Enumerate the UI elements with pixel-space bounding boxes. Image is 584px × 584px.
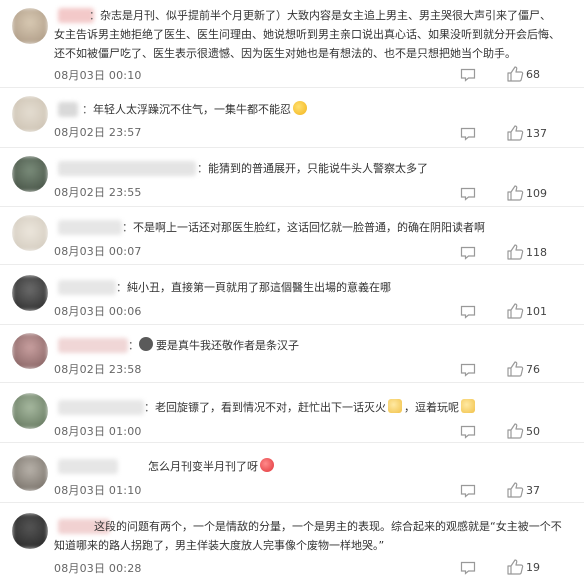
avatar[interactable] — [12, 455, 48, 491]
like-count: 101 — [526, 305, 547, 318]
comment-date: 08月03日 01:10 — [54, 484, 142, 497]
thumbs-up-icon[interactable] — [506, 125, 524, 141]
comment-text: ：不是啊上一话还对那医生脸红，这话回忆就一脸普通，的确在阴阳读者啊 — [122, 221, 485, 234]
comment-text: 怎么月刊变半月刊了呀 — [54, 457, 572, 476]
comment-date: 08月03日 00:06 — [54, 305, 142, 318]
comment-item: ：杂志是月刊、似乎提前半个月更新了）大致内容是女主追上男主、男主哭很大声引来了僵… — [0, 0, 584, 88]
comment-actions: 68 — [460, 66, 572, 84]
comment-icon[interactable] — [460, 187, 476, 201]
comment-actions: 109 — [460, 185, 572, 203]
comment-actions: 101 — [460, 303, 572, 321]
comment-item: ：能猜到的普通展开，只能说牛头人警察太多了 08月02日 23:55 109 — [0, 148, 584, 207]
like-count: 109 — [526, 187, 547, 200]
comment-actions: 37 — [460, 482, 572, 500]
thumbs-up-icon[interactable] — [506, 66, 524, 82]
thumbs-up-icon[interactable] — [506, 423, 524, 439]
comment-item: 这段的问题有两个，一个是情敌的分量，一个是男主的表现。综合起来的观感就是“女主被… — [0, 503, 584, 584]
thumbs-up-icon[interactable] — [506, 559, 524, 575]
thumbs-up-icon[interactable] — [506, 244, 524, 260]
comment-text: ：純小丑，直接第一頁就用了那這個醫生出場的意義在哪 — [116, 281, 391, 294]
comment-list: ：杂志是月刊、似乎提前半个月更新了）大致内容是女主追上男主、男主哭很大声引来了僵… — [0, 0, 584, 584]
comment-date: 08月02日 23:58 — [54, 363, 142, 376]
comment-date: 08月02日 23:55 — [54, 186, 142, 199]
thumbs-up-icon[interactable] — [506, 482, 524, 498]
comment-icon[interactable] — [460, 561, 476, 575]
like-count: 118 — [526, 246, 547, 259]
avatar[interactable] — [12, 215, 48, 251]
smile-emoji — [260, 458, 274, 472]
comment-actions: 118 — [460, 244, 572, 262]
comment-icon[interactable] — [460, 246, 476, 260]
cat-emoji — [461, 399, 475, 413]
comment-text: ：要是真牛我还敬作者是条汉子 — [128, 337, 299, 352]
thumbs-up-icon[interactable] — [506, 303, 524, 319]
avatar[interactable] — [12, 8, 48, 44]
avatar[interactable] — [12, 96, 48, 132]
comment-item: ：要是真牛我还敬作者是条汉子 08月02日 23:58 76 — [0, 325, 584, 383]
sad-face-emoji — [293, 101, 307, 115]
comment-item: ：不是啊上一话还对那医生脸红，这话回忆就一脸普通，的确在阴阳读者啊 08月03日… — [0, 207, 584, 265]
comment-actions: 50 — [460, 423, 572, 441]
comment-date: 08月02日 23:57 — [54, 126, 142, 139]
comment-date: 08月03日 01:00 — [54, 425, 142, 438]
comment-icon[interactable] — [460, 425, 476, 439]
comment-item: ：純小丑，直接第一頁就用了那這個醫生出場的意義在哪 08月03日 00:06 1… — [0, 265, 584, 325]
like-count: 137 — [526, 127, 547, 140]
comment-text: ：老回旋镖了，看到情况不对，赶忙出下一话灭火 ，逗着玩呢 — [54, 398, 572, 417]
comment-icon[interactable] — [460, 127, 476, 141]
comment-actions: 137 — [460, 125, 572, 143]
comment-text: ：年轻人太浮躁沉不住气，一集牛都不能忍 — [54, 100, 572, 119]
comment-item: ：老回旋镖了，看到情况不对，赶忙出下一话灭火 ，逗着玩呢 08月03日 01:00… — [0, 383, 584, 443]
like-count: 37 — [526, 484, 540, 497]
comment-icon[interactable] — [460, 68, 476, 82]
cat-emoji — [388, 399, 402, 413]
comment-actions: 19 — [460, 559, 572, 577]
comment-date: 08月03日 00:28 — [54, 562, 142, 575]
comment-icon[interactable] — [460, 363, 476, 377]
comment-item: 怎么月刊变半月刊了呀 08月03日 01:10 37 — [0, 443, 584, 503]
comment-text: ：能猜到的普通展开，只能说牛头人警察太多了 — [197, 162, 428, 175]
avatar[interactable] — [12, 333, 48, 369]
comment-icon[interactable] — [460, 484, 476, 498]
avatar[interactable] — [12, 393, 48, 429]
comment-item: ：年轻人太浮躁沉不住气，一集牛都不能忍 08月02日 23:57 137 — [0, 88, 584, 148]
thumbs-up-icon[interactable] — [506, 361, 524, 377]
comment-icon[interactable] — [460, 305, 476, 319]
like-count: 50 — [526, 425, 540, 438]
avatar[interactable] — [12, 513, 48, 549]
avatar[interactable] — [12, 156, 48, 192]
like-count: 68 — [526, 68, 540, 81]
like-count: 19 — [526, 561, 540, 574]
like-count: 76 — [526, 363, 540, 376]
comment-text: 这段的问题有两个，一个是情敌的分量，一个是男主的表现。综合起来的观感就是“女主被… — [54, 520, 562, 552]
comment-date: 08月03日 00:07 — [54, 245, 142, 258]
comment-actions: 76 — [460, 361, 572, 379]
avatar[interactable] — [12, 275, 48, 311]
mention-avatar — [139, 337, 153, 351]
thumbs-up-icon[interactable] — [506, 185, 524, 201]
comment-date: 08月03日 00:10 — [54, 69, 142, 82]
comment-text: ：杂志是月刊、似乎提前半个月更新了）大致内容是女主追上男主、男主哭很大声引来了僵… — [54, 9, 560, 60]
